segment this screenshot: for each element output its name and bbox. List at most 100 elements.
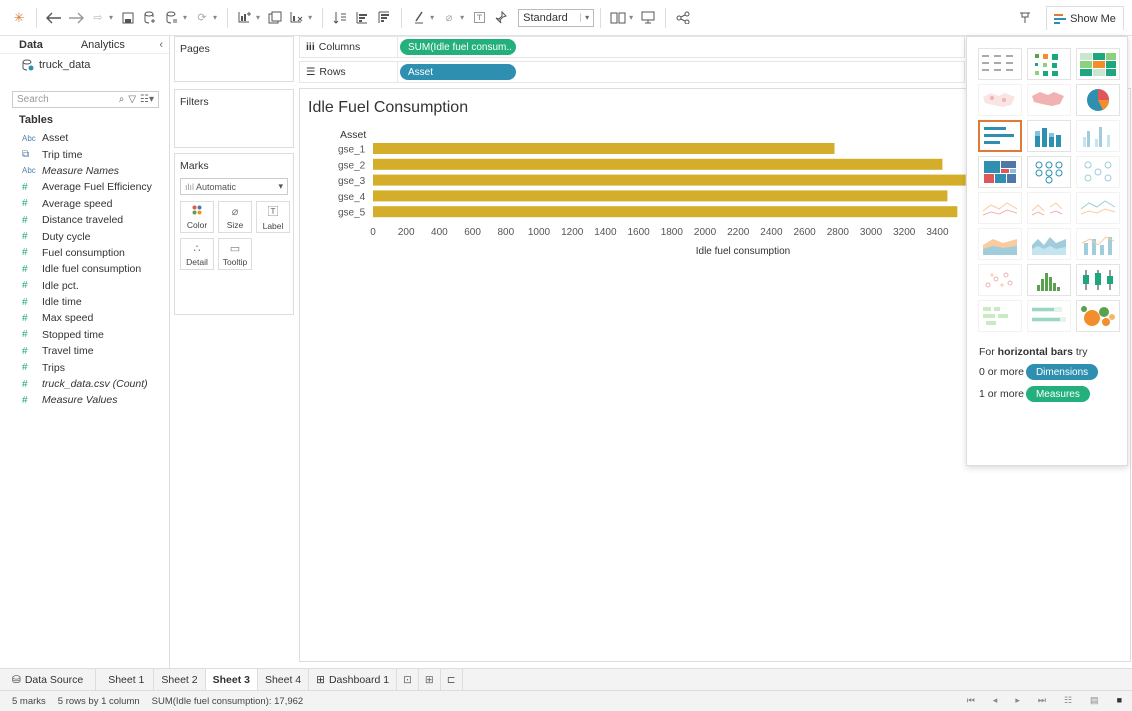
dual-lines-tile[interactable] xyxy=(1076,192,1120,224)
tableau-logo-icon[interactable]: ✳ xyxy=(8,7,30,29)
rows-shelf[interactable]: ☰ Rows Asset xyxy=(299,61,965,83)
side-by-side-circles-tile[interactable] xyxy=(1076,156,1120,188)
columns-pill[interactable]: SUM(Idle fuel consum.. xyxy=(400,39,516,55)
field-item[interactable]: Abc Measure Names xyxy=(0,163,169,179)
histogram-tile[interactable] xyxy=(1027,264,1071,296)
gantt-chart-tile[interactable] xyxy=(978,300,1022,332)
show-sheet-sorter-icon[interactable]: ☷ xyxy=(1064,695,1072,706)
tab-sheet-4[interactable]: Sheet 4 xyxy=(258,669,310,690)
sort-ascending-icon[interactable] xyxy=(351,7,373,29)
symbol-map-tile[interactable] xyxy=(978,84,1022,116)
new-worksheet-caret-icon[interactable]: ▾ xyxy=(256,13,260,22)
redo-icon[interactable] xyxy=(65,7,87,29)
detail-button[interactable]: ∴ Detail xyxy=(180,238,214,270)
group-caret-icon[interactable]: ▾ xyxy=(460,13,464,22)
replay-icon[interactable]: ⇨ xyxy=(87,7,109,29)
bar[interactable] xyxy=(373,143,835,154)
last-sheet-icon[interactable]: ⏭ xyxy=(1038,695,1046,706)
horizontal-bars-tile[interactable] xyxy=(978,120,1022,152)
tab-sheet-2[interactable]: Sheet 2 xyxy=(154,669,206,690)
show-filmstrip-icon[interactable]: ▤ xyxy=(1090,695,1099,706)
size-button[interactable]: ⌀ Size xyxy=(218,201,252,233)
continuous-lines-tile[interactable] xyxy=(978,192,1022,224)
pie-chart-tile[interactable] xyxy=(1076,84,1120,116)
filled-map-tile[interactable] xyxy=(1027,84,1071,116)
dual-combination-tile[interactable] xyxy=(1076,228,1120,260)
filter-icon[interactable]: ▽ xyxy=(128,94,136,105)
bar[interactable] xyxy=(373,158,943,170)
field-item[interactable]: Abc Asset xyxy=(0,130,169,146)
clear-caret-icon[interactable]: ▾ xyxy=(308,13,312,22)
show-cards-icon[interactable] xyxy=(607,7,629,29)
field-item[interactable]: ⧉ Trip time xyxy=(0,146,169,162)
field-item[interactable]: # Distance traveled xyxy=(0,212,169,228)
field-item[interactable]: # Max speed xyxy=(0,310,169,326)
sort-descending-icon[interactable] xyxy=(373,7,395,29)
first-sheet-icon[interactable]: ⏮ xyxy=(967,695,975,706)
replay-caret-icon[interactable]: ▾ xyxy=(109,13,113,22)
discrete-lines-tile[interactable] xyxy=(1027,192,1071,224)
duplicate-sheet-icon[interactable] xyxy=(264,7,286,29)
fit-select[interactable]: Standard ▾ xyxy=(518,8,595,27)
color-button[interactable]: Color xyxy=(180,201,214,233)
share-icon[interactable] xyxy=(672,7,694,29)
tab-analytics[interactable]: Analytics xyxy=(62,39,144,51)
field-item[interactable]: # Average Fuel Efficiency xyxy=(0,179,169,195)
new-dashboard-tab-icon[interactable]: ⊞ xyxy=(419,669,441,690)
pause-caret-icon[interactable]: ▾ xyxy=(183,13,187,22)
pin-icon[interactable] xyxy=(1014,7,1036,29)
new-worksheet-tab-icon[interactable]: ⊡ xyxy=(397,669,419,690)
box-whisker-tile[interactable] xyxy=(1076,264,1120,296)
packed-bubbles-tile[interactable] xyxy=(1076,300,1120,332)
bar[interactable] xyxy=(373,206,958,218)
tooltip-button[interactable]: ▭ Tooltip xyxy=(218,238,252,270)
highlight-caret-icon[interactable]: ▾ xyxy=(430,13,434,22)
new-story-tab-icon[interactable]: ⊏ xyxy=(441,669,463,690)
new-worksheet-icon[interactable] xyxy=(234,7,256,29)
prev-sheet-icon[interactable]: ◂ xyxy=(993,695,998,706)
highlight-icon[interactable] xyxy=(408,7,430,29)
field-item[interactable]: # Average speed xyxy=(0,196,169,212)
side-by-side-bars-tile[interactable] xyxy=(1076,120,1120,152)
filters-card[interactable]: Filters xyxy=(174,89,294,148)
bar[interactable] xyxy=(373,190,948,202)
collapse-pane-icon[interactable]: ‹ xyxy=(159,39,163,51)
text-table-tile[interactable] xyxy=(978,48,1022,80)
next-sheet-icon[interactable]: ▸ xyxy=(1015,695,1020,706)
new-data-source-icon[interactable] xyxy=(139,7,161,29)
presentation-icon[interactable] xyxy=(637,7,659,29)
field-item[interactable]: # Trips xyxy=(0,359,169,375)
fix-axes-icon[interactable] xyxy=(490,7,512,29)
stacked-bars-tile[interactable] xyxy=(1027,120,1071,152)
save-icon[interactable] xyxy=(117,7,139,29)
heat-map-tile[interactable] xyxy=(1027,48,1071,80)
field-item[interactable]: # Duty cycle xyxy=(0,228,169,244)
field-item[interactable]: # Idle pct. xyxy=(0,278,169,294)
area-discrete-tile[interactable] xyxy=(1027,228,1071,260)
field-item[interactable]: # Idle fuel consumption xyxy=(0,261,169,277)
undo-icon[interactable] xyxy=(43,7,65,29)
show-me-button[interactable]: Show Me xyxy=(1046,6,1124,30)
field-item[interactable]: # Stopped time xyxy=(0,327,169,343)
clear-sheet-icon[interactable] xyxy=(286,7,308,29)
field-search-input[interactable]: Search ⌕ ▽ ☷▾ xyxy=(12,91,159,108)
pause-updates-icon[interactable] xyxy=(161,7,183,29)
bullet-graph-tile[interactable] xyxy=(1027,300,1071,332)
tab-data-source[interactable]: ⛁ Data Source xyxy=(0,669,97,690)
field-item[interactable]: # truck_data.csv (Count) xyxy=(0,376,169,392)
show-tabs-icon[interactable]: ■ xyxy=(1117,695,1122,706)
treemap-tile[interactable] xyxy=(978,156,1022,188)
group-icon[interactable]: ⌀ xyxy=(438,7,460,29)
tab-sheet-1[interactable]: Sheet 1 xyxy=(96,669,155,690)
field-item[interactable]: # Measure Values xyxy=(0,392,169,408)
mark-type-select[interactable]: ılıl Automatic ▾ xyxy=(180,178,288,195)
swap-icon[interactable] xyxy=(329,7,351,29)
bar[interactable] xyxy=(373,174,966,186)
pages-card[interactable]: Pages xyxy=(174,36,294,82)
show-cards-caret-icon[interactable]: ▾ xyxy=(629,13,633,22)
field-item[interactable]: # Idle time xyxy=(0,294,169,310)
refresh-icon[interactable]: ⟳ xyxy=(191,7,213,29)
field-item[interactable]: # Fuel consumption xyxy=(0,245,169,261)
field-item[interactable]: # Travel time xyxy=(0,343,169,359)
area-continuous-tile[interactable] xyxy=(978,228,1022,260)
